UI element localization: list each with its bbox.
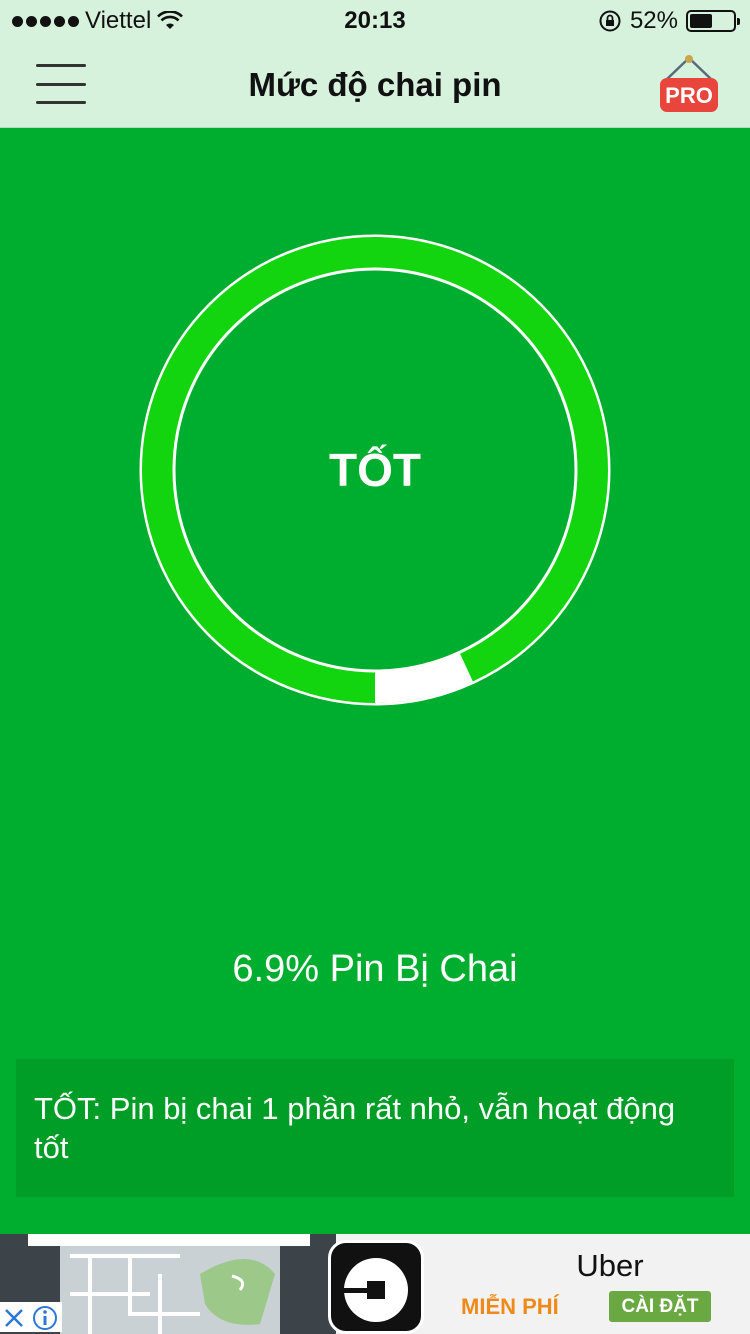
ad-app-name: Uber: [576, 1248, 644, 1283]
ad-close-icon[interactable]: [0, 1302, 28, 1332]
top-bar: Viettel 20:13 52% Mức độ chai pin PRO: [0, 0, 750, 128]
rotation-lock-icon: [599, 10, 621, 32]
ad-info-icon[interactable]: [28, 1302, 62, 1332]
status-right: 52%: [598, 7, 740, 35]
gauge-status-label: TỐT: [329, 444, 421, 496]
ad-controls: [0, 1300, 64, 1334]
ad-banner[interactable]: Uber MIỄN PHÍ CÀI ĐẶT: [0, 1234, 750, 1334]
ad-price-label: MIỄN PHÍ: [461, 1294, 559, 1319]
page-title: Mức độ chai pin: [248, 66, 502, 103]
pro-label: PRO: [665, 83, 713, 108]
wear-percent-text: 6.9% Pin Bị Chai: [232, 948, 518, 990]
nav-bar: Mức độ chai pin PRO: [0, 40, 750, 128]
uber-logo-icon: [328, 1240, 424, 1334]
status-bar: Viettel 20:13 52%: [0, 0, 750, 40]
pro-upgrade-button[interactable]: PRO: [658, 54, 720, 114]
battery-percent: 52%: [629, 7, 678, 34]
status-description-card: TỐT: Pin bị chai 1 phần rất nhỏ, vẫn hoạ…: [16, 1059, 734, 1197]
battery-icon: [686, 10, 740, 32]
ad-install-button[interactable]: CÀI ĐẶT: [609, 1291, 711, 1322]
status-description-text: TỐT: Pin bị chai 1 phần rất nhỏ, vẫn hoạ…: [34, 1091, 676, 1165]
pro-badge-icon: PRO: [660, 55, 718, 112]
